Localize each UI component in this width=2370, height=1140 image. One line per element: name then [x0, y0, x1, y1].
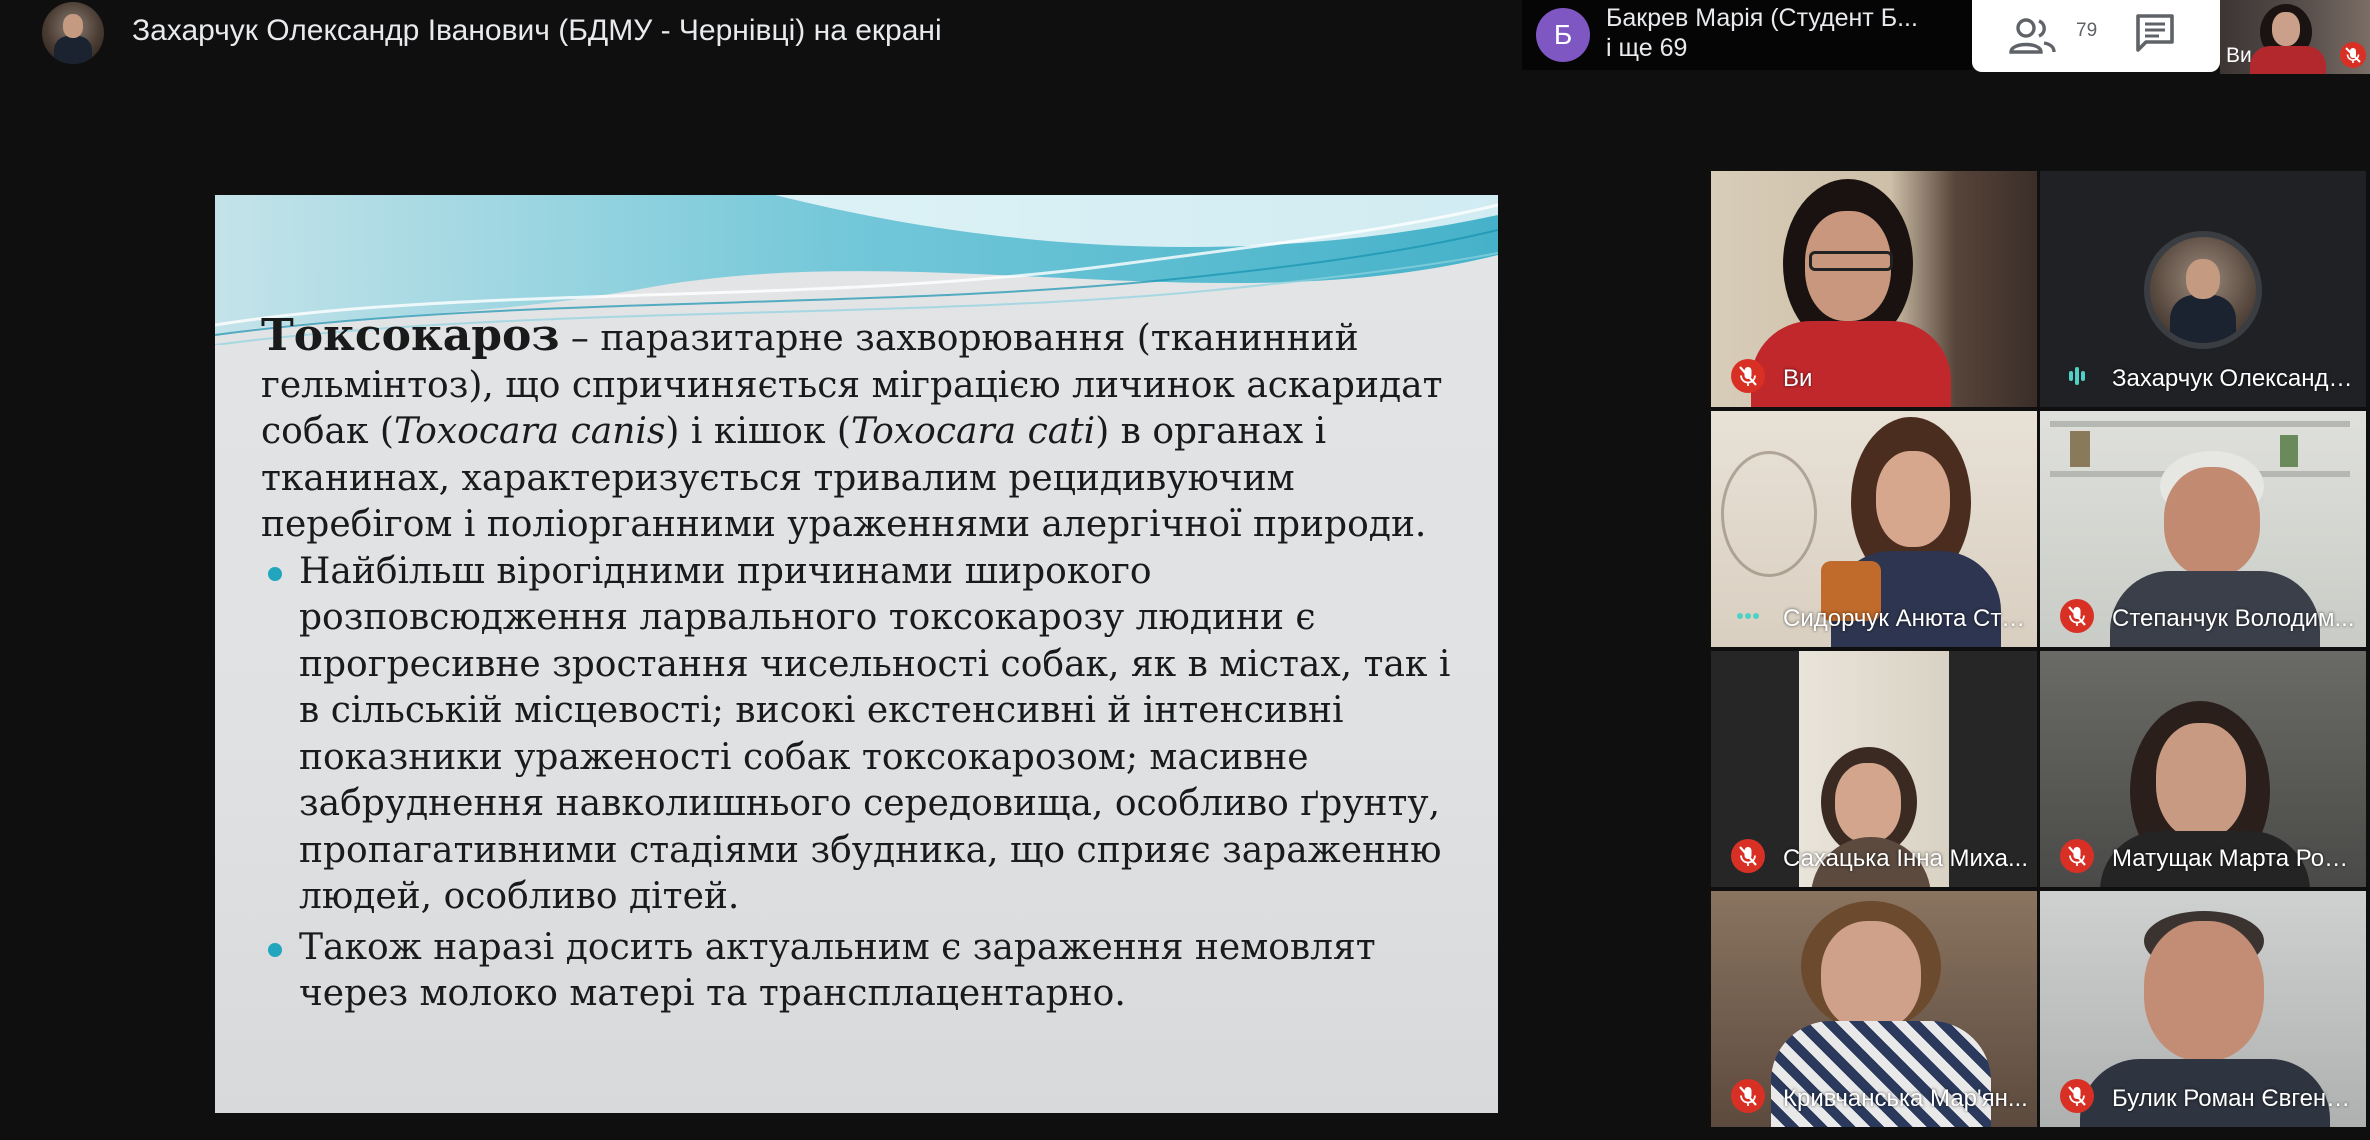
- slide-species-1: Toxocara canis: [393, 411, 666, 452]
- participant-tile[interactable]: Степанчук Володим...: [2040, 411, 2366, 647]
- presenter-avatar: [42, 2, 104, 64]
- participant-name: Кривчанська Мар'ян...: [1783, 1085, 2028, 1112]
- participant-tile[interactable]: Захарчук Олександр...: [2040, 171, 2366, 407]
- speaking-icon: [2069, 367, 2085, 385]
- mic-off-icon: [2060, 599, 2094, 633]
- controls-panel: 79: [1972, 0, 2220, 72]
- slide-bullet-text: Найбільш вірогідними причинами широкого …: [299, 550, 1451, 918]
- chat-button[interactable]: [2132, 10, 2192, 62]
- speaking-dots-icon: [1737, 613, 1759, 619]
- slide-bullet: Найбільш вірогідними причинами широкого …: [261, 549, 1461, 921]
- mic-off-icon: [1731, 1079, 1765, 1113]
- bullet-dot-icon: [268, 566, 282, 581]
- people-button[interactable]: 79: [2006, 10, 2098, 62]
- slide-species-2: Toxocara cati: [850, 411, 1096, 452]
- mic-off-icon: [2060, 1079, 2094, 1113]
- bullet-dot-icon: [268, 942, 282, 957]
- mic-off-icon: [1731, 839, 1765, 873]
- people-icon: [2009, 18, 2056, 54]
- participant-tile[interactable]: Матущак Марта Ром...: [2040, 651, 2366, 887]
- participant-tile[interactable]: Сахацька Інна Миха...: [1711, 651, 2037, 887]
- self-view-thumbnail[interactable]: Ви: [2220, 0, 2370, 74]
- slide-intro-paragraph: Токсокароз – паразитарне захворювання (т…: [261, 310, 1461, 549]
- chat-icon: [2136, 14, 2174, 52]
- slide-intro-text-2: ) і кішок (: [665, 411, 851, 452]
- presenter-title: Захарчук Олександр Іванович (БДМУ - Черн…: [132, 14, 942, 47]
- participant-tile[interactable]: Сидорчук Анюта Сте...: [1711, 411, 2037, 647]
- participant-avatar: Б: [1536, 8, 1590, 62]
- mic-off-icon: [2060, 839, 2094, 873]
- participants-summary[interactable]: Б Бакрев Марія (Студент Б... і ще 69: [1522, 0, 1972, 70]
- participant-tile[interactable]: Кривчанська Мар'ян...: [1711, 891, 2037, 1127]
- participant-name: Булик Роман Євгено...: [2112, 1085, 2358, 1112]
- participant-avatar: [2150, 237, 2256, 343]
- participant-name: Сахацька Інна Миха...: [1783, 845, 2028, 872]
- participant-name: Степанчук Володим...: [2112, 605, 2355, 632]
- participant-tile[interactable]: Булик Роман Євгено...: [2040, 891, 2366, 1127]
- slide-bullet: Також наразі досить актуальним є заражен…: [261, 925, 1461, 1018]
- participant-tile[interactable]: Ви: [1711, 171, 2037, 407]
- participant-name: Ви: [1783, 365, 1813, 392]
- participant-name: Бакрев Марія (Студент Б...: [1606, 4, 1918, 32]
- participant-more-count: і ще 69: [1606, 34, 1688, 62]
- participant-name: Захарчук Олександр...: [2112, 365, 2358, 392]
- people-count: 79: [2076, 20, 2098, 41]
- slide-body: Токсокароз – паразитарне захворювання (т…: [261, 310, 1461, 1018]
- presentation-slide: Токсокароз – паразитарне захворювання (т…: [215, 195, 1498, 1113]
- mic-off-icon: [2340, 42, 2366, 68]
- self-view-label: Ви: [2226, 44, 2252, 67]
- participant-name: Матущак Марта Ром...: [2112, 845, 2358, 872]
- slide-bullet-text: Також наразі досить актуальним є заражен…: [299, 926, 1376, 1015]
- mic-off-icon: [1731, 359, 1765, 393]
- slide-heading: Токсокароз: [261, 310, 560, 361]
- participant-name: Сидорчук Анюта Сте...: [1783, 605, 2029, 632]
